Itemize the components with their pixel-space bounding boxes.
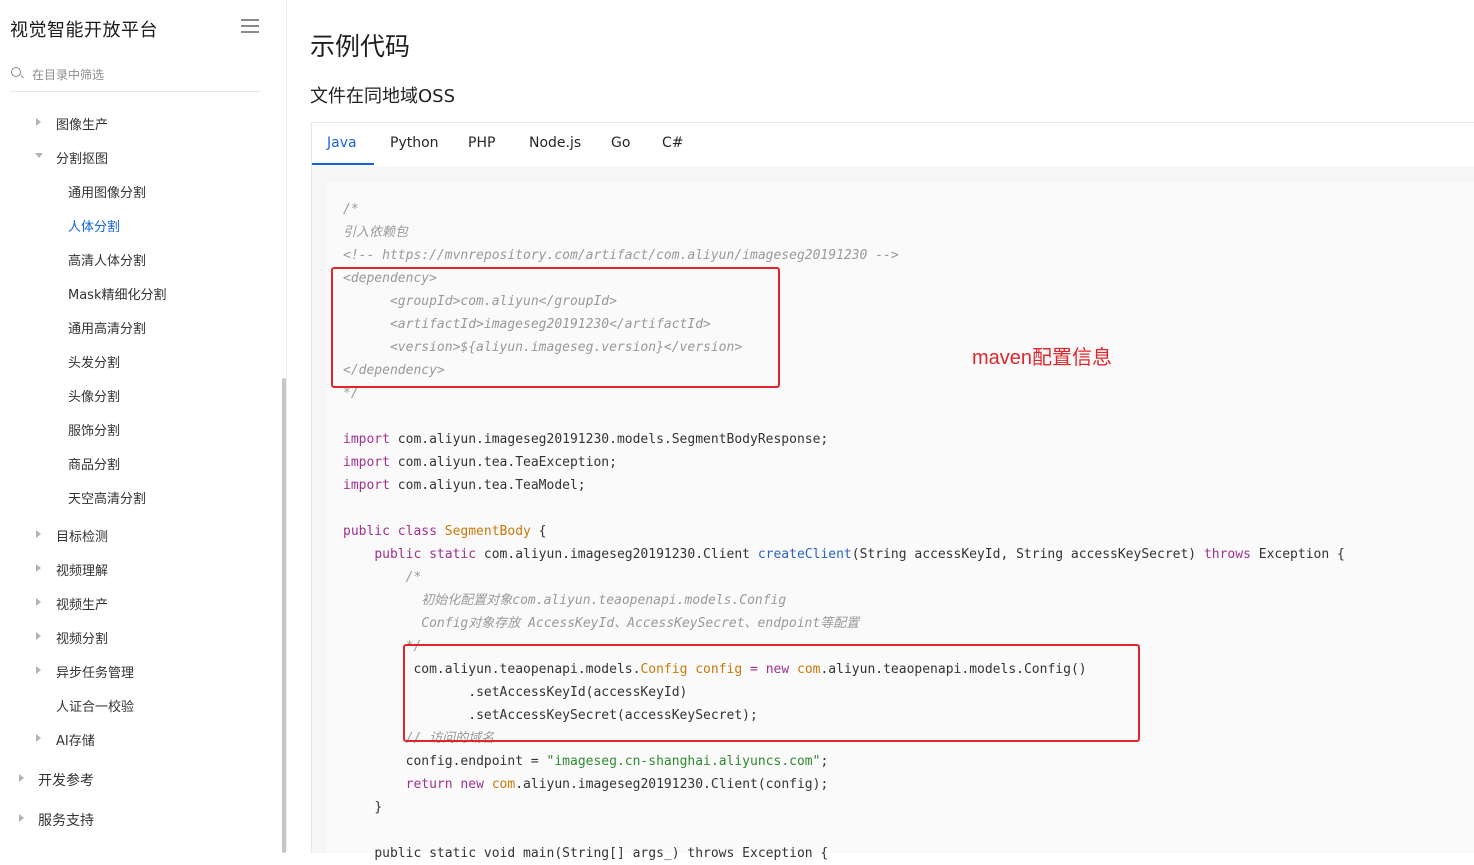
sidebar-item-hair[interactable]: 头发分割 (68, 352, 120, 371)
sidebar-item-support[interactable]: 服务支持 (38, 810, 94, 830)
code-comment: 初始化配置对象com.aliyun.teaopenapi.models.Conf… (405, 593, 787, 608)
chevron-right-icon[interactable] (36, 666, 41, 674)
tab-csharp[interactable]: C# (662, 135, 684, 151)
code-line: 引入依赖包 (343, 225, 409, 240)
sidebar: 视觉智能开放平台 在目录中筛选 图像生产 分割抠图 通用图像分割 人体分割 高清… (0, 0, 287, 853)
sidebar-item-video-understanding[interactable]: 视频理解 (56, 560, 108, 579)
annotation-text: maven配置信息 (972, 347, 1113, 369)
code-text: com.aliyun.imageseg20191230.Client (476, 547, 758, 562)
menu-icon[interactable] (241, 19, 259, 33)
code-text: .aliyun.imageseg20191230.Client(config); (515, 777, 829, 792)
search-field[interactable]: 在目录中筛选 (10, 62, 261, 92)
keyword: public class (343, 524, 437, 539)
class-name: SegmentBody (444, 524, 531, 539)
code-text: (String accessKeyId, String accessKeySec… (851, 547, 1204, 562)
code-text: Exception { (1250, 547, 1345, 562)
tab-nodejs[interactable]: Node.js (529, 135, 581, 151)
page-title: 示例代码 (310, 32, 411, 61)
code-text: com.aliyun.tea.TeaException; (389, 455, 617, 470)
sidebar-item-id-verify[interactable]: 人证合一校验 (56, 696, 134, 715)
keyword: public static (374, 547, 477, 562)
sidebar-item-image-production[interactable]: 图像生产 (56, 114, 108, 133)
string-literal: "imageseg.cn-shanghai.aliyuncs.com" (546, 754, 821, 769)
tab-php[interactable]: PHP (468, 135, 495, 151)
keyword: import (343, 432, 390, 447)
keyword: throws (1203, 547, 1251, 562)
code-text: config.endpoint = (405, 754, 547, 769)
sidebar-item-detection[interactable]: 目标检测 (56, 526, 108, 545)
sidebar-item-dev-reference[interactable]: 开发参考 (38, 770, 94, 790)
code-line: <!-- https://mvnrepository.com/artifact/… (343, 248, 899, 263)
search-placeholder: 在目录中筛选 (32, 68, 105, 82)
sidebar-item-general-hd[interactable]: 通用高清分割 (68, 318, 146, 337)
annotation-box-config (403, 644, 1140, 742)
chevron-right-icon[interactable] (19, 774, 24, 782)
sidebar-item-async-task[interactable]: 异步任务管理 (56, 662, 134, 681)
sidebar-item-hd-body-segment[interactable]: 高清人体分割 (68, 250, 146, 269)
section-title: 文件在同地域OSS (310, 86, 456, 107)
code-text: } (374, 800, 383, 815)
active-tab-indicator (312, 163, 374, 165)
chevron-down-icon[interactable] (35, 153, 43, 158)
code-text: public static void main(String[] args_) … (374, 846, 829, 861)
sidebar-scrollbar[interactable] (282, 378, 286, 853)
chevron-right-icon[interactable] (19, 814, 24, 822)
keyword: import (343, 478, 390, 493)
code-text: ; (820, 754, 829, 769)
sidebar-item-segmentation[interactable]: 分割抠图 (56, 148, 108, 167)
platform-title[interactable]: 视觉智能开放平台 (10, 16, 158, 42)
chevron-right-icon[interactable] (36, 734, 41, 742)
sidebar-item-cloth[interactable]: 服饰分割 (68, 420, 120, 439)
sidebar-item-mask-refine[interactable]: Mask精细化分割 (68, 284, 166, 303)
sidebar-item-sky[interactable]: 天空高清分割 (68, 488, 146, 507)
chevron-right-icon[interactable] (36, 530, 41, 538)
code-line: /* (343, 202, 359, 217)
chevron-right-icon[interactable] (36, 564, 41, 572)
code-comment: /* (405, 570, 422, 585)
code-text: com.aliyun.imageseg20191230.models.Segme… (389, 432, 829, 447)
code-comment: Config对象存放 AccessKeyId、AccessKeySecret、e… (405, 616, 860, 631)
language-tabs: Java Python PHP Node.js Go C# (311, 122, 1474, 167)
chevron-right-icon[interactable] (36, 118, 41, 126)
package-name: com (483, 777, 516, 792)
tab-go[interactable]: Go (611, 135, 630, 151)
sidebar-item-commodity[interactable]: 商品分割 (68, 454, 120, 473)
sidebar-item-video-segment[interactable]: 视频分割 (56, 628, 108, 647)
chevron-right-icon[interactable] (36, 598, 41, 606)
search-icon (11, 67, 21, 77)
chevron-right-icon[interactable] (36, 632, 41, 640)
sidebar-item-body-segment[interactable]: 人体分割 (68, 216, 120, 235)
tab-java[interactable]: Java (327, 135, 357, 151)
sidebar-item-video-production[interactable]: 视频生产 (56, 594, 108, 613)
annotation-box-maven (331, 267, 780, 388)
code-line: */ (343, 386, 359, 401)
keyword: return new (405, 777, 484, 792)
code-text: com.aliyun.tea.TeaModel; (389, 478, 586, 493)
sidebar-item-ai-storage[interactable]: AI存储 (56, 730, 95, 749)
code-text: { (530, 524, 547, 539)
keyword: import (343, 455, 390, 470)
function-name: createClient (757, 547, 852, 562)
tab-python[interactable]: Python (390, 135, 439, 151)
sidebar-item-general-segment[interactable]: 通用图像分割 (68, 182, 146, 201)
sidebar-item-head[interactable]: 头像分割 (68, 386, 120, 405)
